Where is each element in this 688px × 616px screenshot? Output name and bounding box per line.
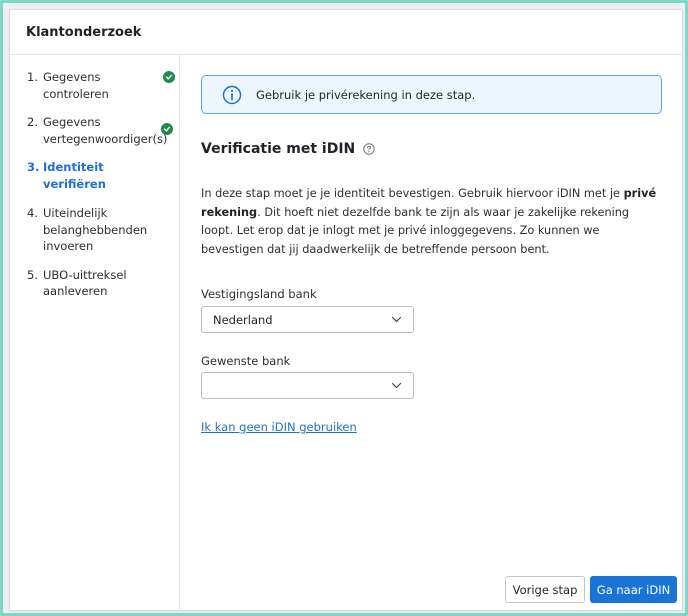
bank-select[interactable] [201, 372, 414, 399]
step-number: 3. [27, 160, 40, 174]
steps-sidebar: 1. Gegevens controleren 2. Gegevens vert… [10, 55, 180, 610]
step-ubo-uittreksel[interactable]: 5. UBO-uittreksel aanleveren [27, 267, 139, 300]
steps-list: 1. Gegevens controleren 2. Gegevens vert… [10, 55, 179, 300]
description-text: In deze stap moet je je identiteit beves… [201, 185, 663, 259]
description-part-1: In deze stap moet je je identiteit beves… [201, 187, 624, 200]
no-idin-link[interactable]: Ik kan geen iDIN gebruiken [201, 420, 357, 434]
dialog-header: Klantonderzoek [10, 10, 682, 55]
step-number: 4. [27, 206, 38, 220]
step-label: Gegevens vertegenwoordiger(s) [43, 115, 168, 146]
country-label: Vestigingsland bank [201, 287, 317, 301]
step-gegevens-controleren[interactable]: 1. Gegevens controleren [27, 69, 175, 102]
check-circle-icon [161, 123, 173, 135]
app-window: Klantonderzoek 1. Gegevens controleren 2… [0, 0, 688, 616]
check-circle-icon [163, 71, 175, 83]
step-belanghebbenden-invoeren[interactable]: 4. Uiteindelijk belanghebbenden invoeren [27, 205, 147, 255]
main-content: Gebruik je privérekening in deze stap. V… [200, 55, 666, 610]
step-identiteit-verifieren[interactable]: 3. Identiteit verifiëren [27, 159, 167, 192]
step-label: Uiteindelijk belanghebbenden invoeren [43, 206, 148, 253]
dialog-body: 1. Gegevens controleren 2. Gegevens vert… [10, 55, 682, 610]
step-gegevens-vertegenwoordigers[interactable]: 2. Gegevens vertegenwoordiger(s) [27, 114, 173, 147]
chevron-down-icon [391, 382, 402, 389]
country-select[interactable]: Nederland [201, 306, 414, 333]
bank-label: Gewenste bank [201, 354, 291, 368]
dialog-title: Klantonderzoek [26, 24, 142, 40]
step-label: Gegevens controleren [43, 70, 109, 101]
info-icon [222, 85, 242, 104]
step-label: UBO-uittreksel aanleveren [43, 267, 127, 299]
previous-step-button[interactable]: Vorige stap [505, 576, 585, 603]
customer-research-dialog: Klantonderzoek 1. Gegevens controleren 2… [9, 9, 683, 611]
step-number: 1. [27, 70, 38, 84]
help-icon[interactable] [363, 143, 375, 155]
section-title-text: Verificatie met iDIN [201, 141, 356, 157]
info-text: Gebruik je privérekening in deze stap. [256, 87, 476, 102]
description-part-2: . Dit hoeft niet dezelfde bank te zijn a… [201, 205, 630, 256]
go-to-idin-button[interactable]: Ga naar iDIN [590, 576, 677, 603]
chevron-down-icon [391, 316, 402, 323]
country-select-value: Nederland [213, 312, 273, 327]
info-banner: Gebruik je privérekening in deze stap. [201, 75, 662, 114]
step-number: 2. [27, 115, 38, 129]
step-label: Identiteit verifiëren [43, 160, 106, 191]
section-title: Verificatie met iDIN [201, 141, 375, 157]
step-number: 5. [27, 267, 38, 282]
